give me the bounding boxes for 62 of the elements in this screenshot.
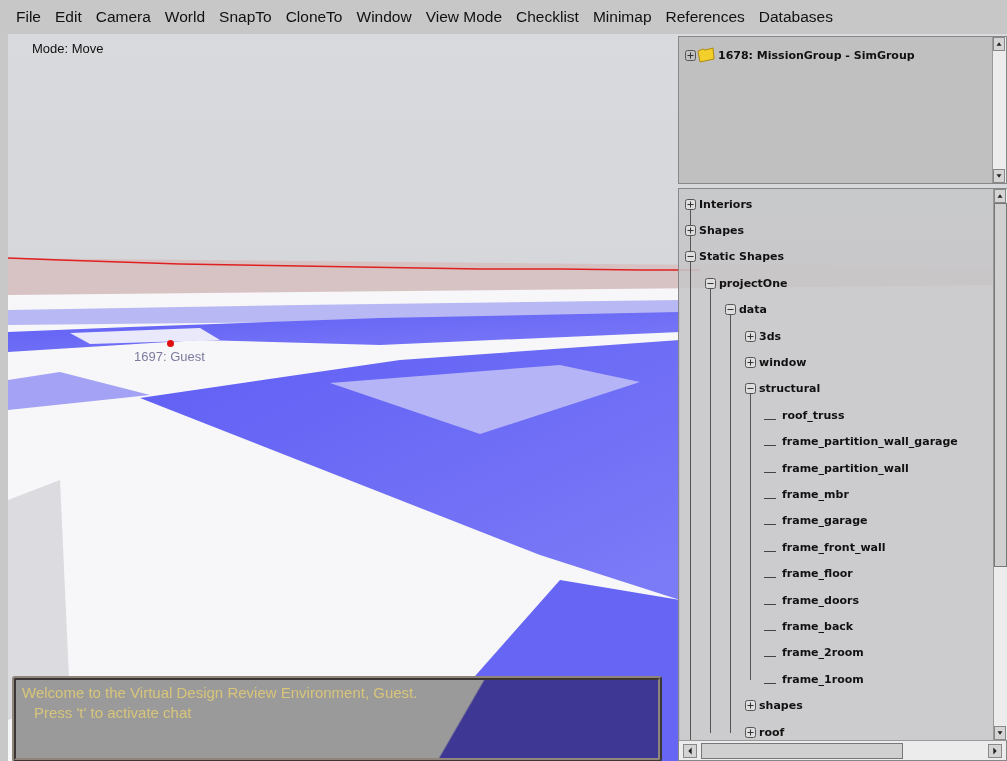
menu-item[interactable]: View Mode [425,8,503,26]
folder-icon [697,47,715,64]
expand-icon[interactable] [685,198,696,210]
menu-item[interactable]: Window [356,8,412,26]
tree-item-label[interactable]: 3ds [759,329,782,343]
chat-message: Welcome to the Virtual Design Review Environment, Guest. [22,683,419,703]
menu-item[interactable]: Minimap [592,8,652,26]
tree-item-label[interactable]: shapes [759,699,803,713]
tree-item-label[interactable]: Interiors [699,197,753,211]
tree-item-label[interactable]: frame_partition_wall [782,461,909,475]
tree-item-label[interactable]: roof_truss [782,408,845,422]
menu-item[interactable]: References [665,8,745,26]
expand-icon[interactable] [745,330,756,342]
menu-item[interactable]: World [164,8,206,26]
player-marker-icon [167,340,174,347]
tree-item-label[interactable]: frame_mbr [782,488,849,501]
tree-item-label[interactable]: Static Shapes [699,250,785,264]
menu-item[interactable]: Camera [95,8,151,26]
tree-item-label[interactable]: frame_front_wall [782,540,886,554]
scrollbar-thumb[interactable] [994,203,1007,567]
menu-item[interactable]: Databases [758,8,833,26]
menu-item[interactable]: CloneTo [285,8,343,26]
scroll-up-icon[interactable] [993,37,1005,51]
menu-item[interactable]: File [16,8,41,26]
tree-item-label[interactable]: frame_2room [782,646,864,660]
collapse-icon[interactable] [725,304,736,316]
expand-icon[interactable] [745,700,756,712]
collapse-icon[interactable] [745,383,756,395]
scrollbar[interactable] [993,189,1007,740]
menu-item[interactable]: SnapTo [219,8,272,26]
scroll-right-icon[interactable] [988,743,1002,758]
tree-item-label[interactable]: projectOne [719,276,788,290]
tree-item-label[interactable]: frame_doors [782,593,860,607]
tree-item-label[interactable]: window [759,356,807,370]
tree-item-label[interactable]: frame_garage [782,514,868,528]
tree-item-label[interactable]: Shapes [699,224,745,238]
scroll-down-icon[interactable] [993,169,1005,183]
menu-item[interactable]: Edit [55,8,82,26]
tree-item-label[interactable]: 1678: MissionGroup - SimGroup [718,48,915,62]
scrollbar-thumb[interactable] [701,742,903,759]
tree-item-label[interactable]: frame_partition_wall_garage [782,435,958,449]
scroll-down-icon[interactable] [994,726,1006,740]
tree-item-label[interactable]: frame_back [782,619,854,633]
tree-item-label[interactable]: data [739,303,767,317]
scrollbar[interactable] [679,740,1006,760]
scroll-up-icon[interactable] [994,189,1006,203]
collapse-icon[interactable] [685,251,696,263]
tree-item-label[interactable]: frame_1room [782,672,864,686]
tree-item-label[interactable]: frame_floor [782,567,853,581]
menu-item[interactable]: Checklist [516,8,579,26]
expand-icon[interactable] [685,225,696,237]
collapse-icon[interactable] [705,277,716,289]
scroll-left-icon[interactable] [683,743,697,758]
chat-message: Press 't' to activate chat [33,703,193,723]
expand-icon[interactable] [685,49,696,61]
expand-icon[interactable] [745,726,756,738]
expand-icon[interactable] [745,357,756,369]
tree-item-label[interactable]: structural [759,382,821,396]
scrollbar[interactable] [992,37,1006,183]
mode-label: Mode: Move [32,41,104,56]
tree-item-label[interactable]: roof [759,725,785,739]
player-label: 1697: Guest [134,349,205,364]
